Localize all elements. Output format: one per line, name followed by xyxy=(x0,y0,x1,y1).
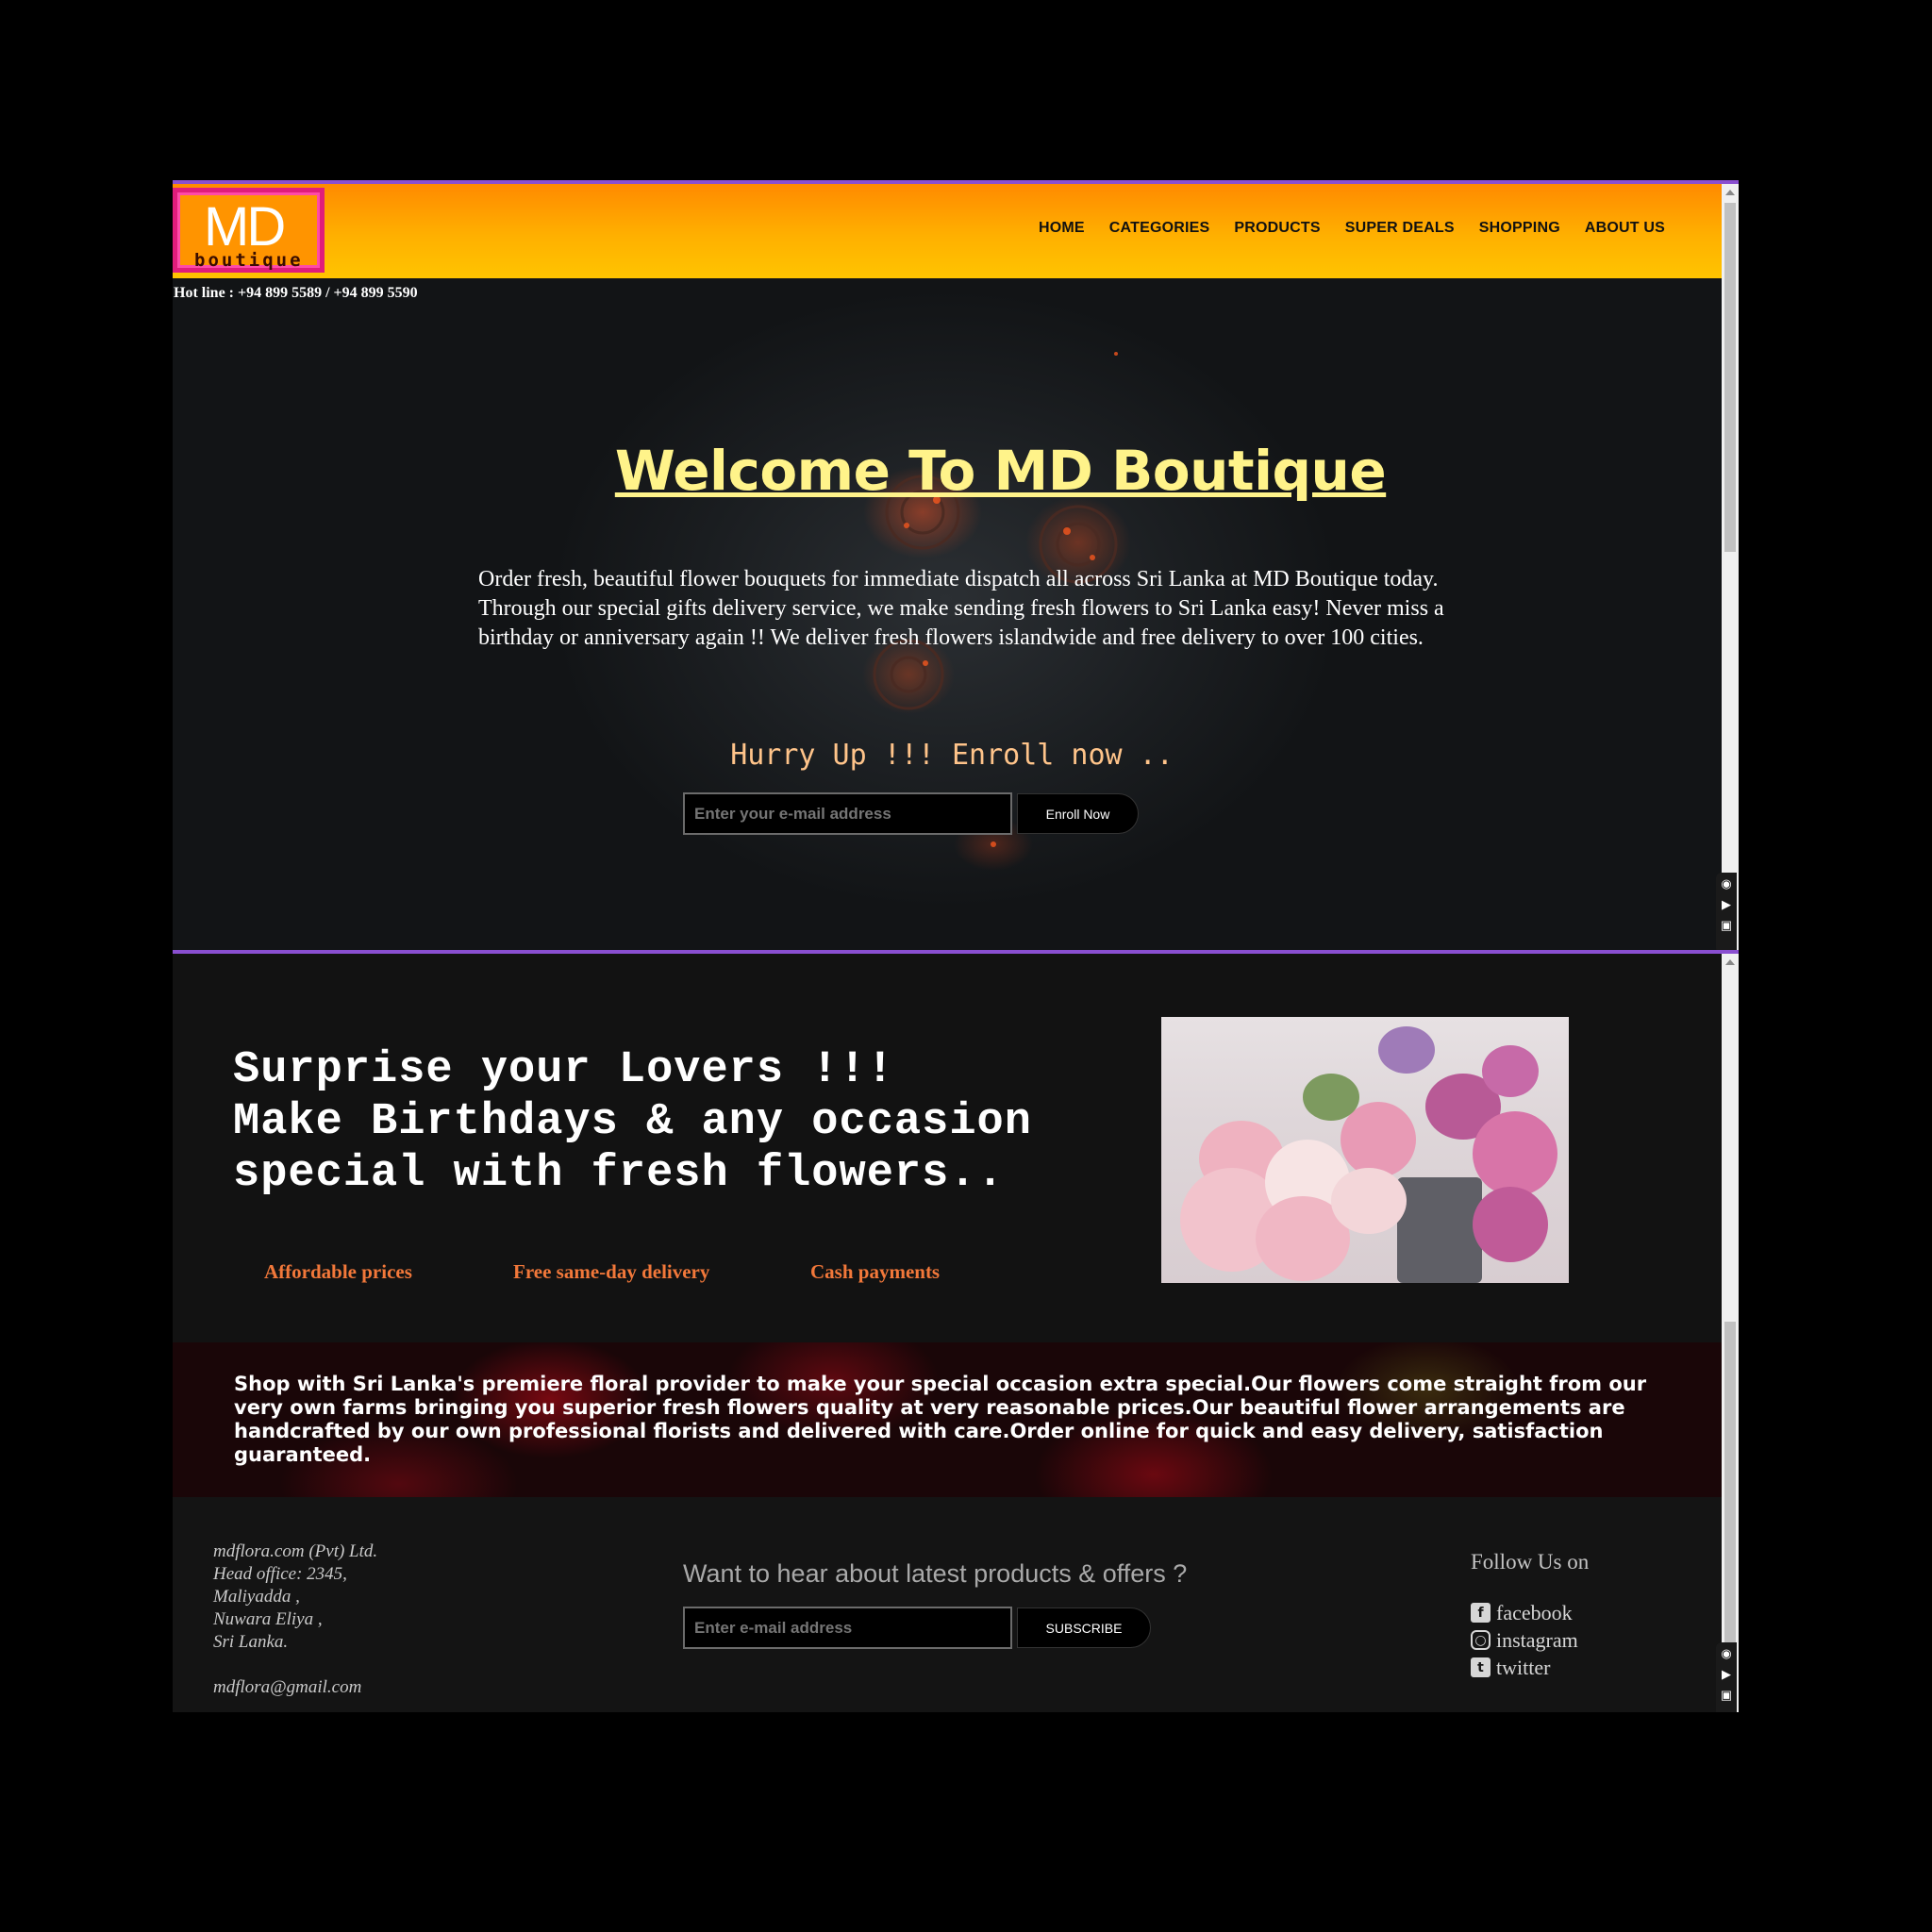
address-line: Head office: 2345, xyxy=(213,1564,347,1584)
scroll-thumb[interactable] xyxy=(1724,203,1736,552)
subscribe-email-input[interactable] xyxy=(683,1607,1012,1649)
video-icon[interactable]: ▶ xyxy=(1722,897,1731,912)
subscribe-button[interactable]: SUBSCRIBE xyxy=(1017,1607,1151,1648)
address-line: mdflora.com (Pvt) Ltd. xyxy=(213,1541,378,1561)
instagram-icon: ○ xyxy=(1471,1630,1491,1650)
hero-section: Hot line : +94 899 5589 / +94 899 5590 W… xyxy=(173,278,1722,954)
social-link-twitter[interactable]: t twitter xyxy=(1471,1654,1578,1681)
scroll-up-arrow[interactable] xyxy=(1725,190,1735,195)
site-logo[interactable]: MD boutique xyxy=(173,188,325,273)
nav-shopping[interactable]: SHOPPING xyxy=(1479,220,1560,237)
logo-main-text: MD xyxy=(204,196,286,258)
social-label: twitter xyxy=(1496,1655,1551,1679)
address-line: Nuwara Eliya , xyxy=(213,1609,323,1629)
window-icon[interactable]: ▣ xyxy=(1721,918,1732,933)
scroll-thumb[interactable] xyxy=(1724,1322,1736,1642)
nav-products[interactable]: PRODUCTS xyxy=(1234,220,1320,237)
nav-about-us[interactable]: ABOUT US xyxy=(1585,220,1665,237)
camera-icon[interactable]: ◉ xyxy=(1721,1646,1731,1661)
feature-affordable-prices: Affordable prices xyxy=(264,1260,412,1283)
enroll-heading: Hurry Up !!! Enroll now .. xyxy=(730,739,1174,772)
address-line: Maliyadda , xyxy=(213,1587,300,1607)
hero-title: Welcome To MD Boutique xyxy=(614,439,1387,503)
video-icon[interactable]: ▶ xyxy=(1722,1667,1731,1682)
flower-bouquet-image xyxy=(1161,1017,1569,1283)
newsletter-title: Want to hear about latest products & off… xyxy=(683,1559,1188,1588)
enroll-email-input[interactable] xyxy=(683,792,1012,835)
logo-sub-text: boutique xyxy=(194,250,304,271)
camera-icon[interactable]: ◉ xyxy=(1721,876,1731,891)
capture-toolbar: ◉ ▶ ▣ xyxy=(1716,1642,1737,1712)
homepage-top-screenshot: MD boutique HOME CATEGORIES PRODUCTS SUP… xyxy=(173,180,1739,954)
bottom-scrollbar[interactable] xyxy=(1722,954,1739,1712)
site-header: MD boutique HOME CATEGORIES PRODUCTS SUP… xyxy=(173,184,1722,278)
main-nav: HOME CATEGORIES PRODUCTS SUPER DEALS SHO… xyxy=(1039,220,1665,237)
top-scrollbar[interactable] xyxy=(1722,184,1739,954)
twitter-icon: t xyxy=(1471,1657,1491,1677)
roses-banner-text: Shop with Sri Lanka's premiere floral pr… xyxy=(234,1373,1647,1466)
enroll-now-button[interactable]: Enroll Now xyxy=(1017,793,1139,834)
capture-toolbar: ◉ ▶ ▣ xyxy=(1716,873,1737,954)
social-links: f facebook ○ instagram t twitter xyxy=(1471,1599,1578,1681)
social-label: facebook xyxy=(1496,1600,1573,1624)
promo-title: Surprise your Lovers !!! Make Birthdays … xyxy=(233,1045,1032,1199)
promo-section: Surprise your Lovers !!! Make Birthdays … xyxy=(173,954,1722,1342)
company-address: mdflora.com (Pvt) Ltd. Head office: 2345… xyxy=(213,1541,377,1699)
address-line: Sri Lanka. xyxy=(213,1632,289,1652)
social-link-facebook[interactable]: f facebook xyxy=(1471,1599,1578,1626)
scroll-up-arrow[interactable] xyxy=(1725,959,1735,965)
roses-banner: Shop with Sri Lanka's premiere floral pr… xyxy=(173,1342,1722,1497)
homepage-bottom-screenshot: Surprise your Lovers !!! Make Birthdays … xyxy=(173,950,1739,1712)
follow-us-title: Follow Us on xyxy=(1471,1550,1590,1574)
nav-home[interactable]: HOME xyxy=(1039,220,1085,237)
feature-same-day-delivery: Free same-day delivery xyxy=(513,1260,710,1283)
facebook-icon: f xyxy=(1471,1603,1491,1623)
company-email[interactable]: mdflora@gmail.com xyxy=(213,1676,377,1699)
social-label: instagram xyxy=(1496,1627,1578,1652)
social-link-instagram[interactable]: ○ instagram xyxy=(1471,1626,1578,1654)
nav-super-deals[interactable]: SUPER DEALS xyxy=(1345,220,1455,237)
hotline-text: Hot line : +94 899 5589 / +94 899 5590 xyxy=(174,285,418,301)
window-icon[interactable]: ▣ xyxy=(1721,1688,1732,1703)
nav-categories[interactable]: CATEGORIES xyxy=(1109,220,1210,237)
site-footer: mdflora.com (Pvt) Ltd. Head office: 2345… xyxy=(173,1497,1722,1712)
hero-description: Order fresh, beautiful flower bouquets f… xyxy=(478,567,1444,650)
feature-cash-payments: Cash payments xyxy=(810,1260,941,1283)
